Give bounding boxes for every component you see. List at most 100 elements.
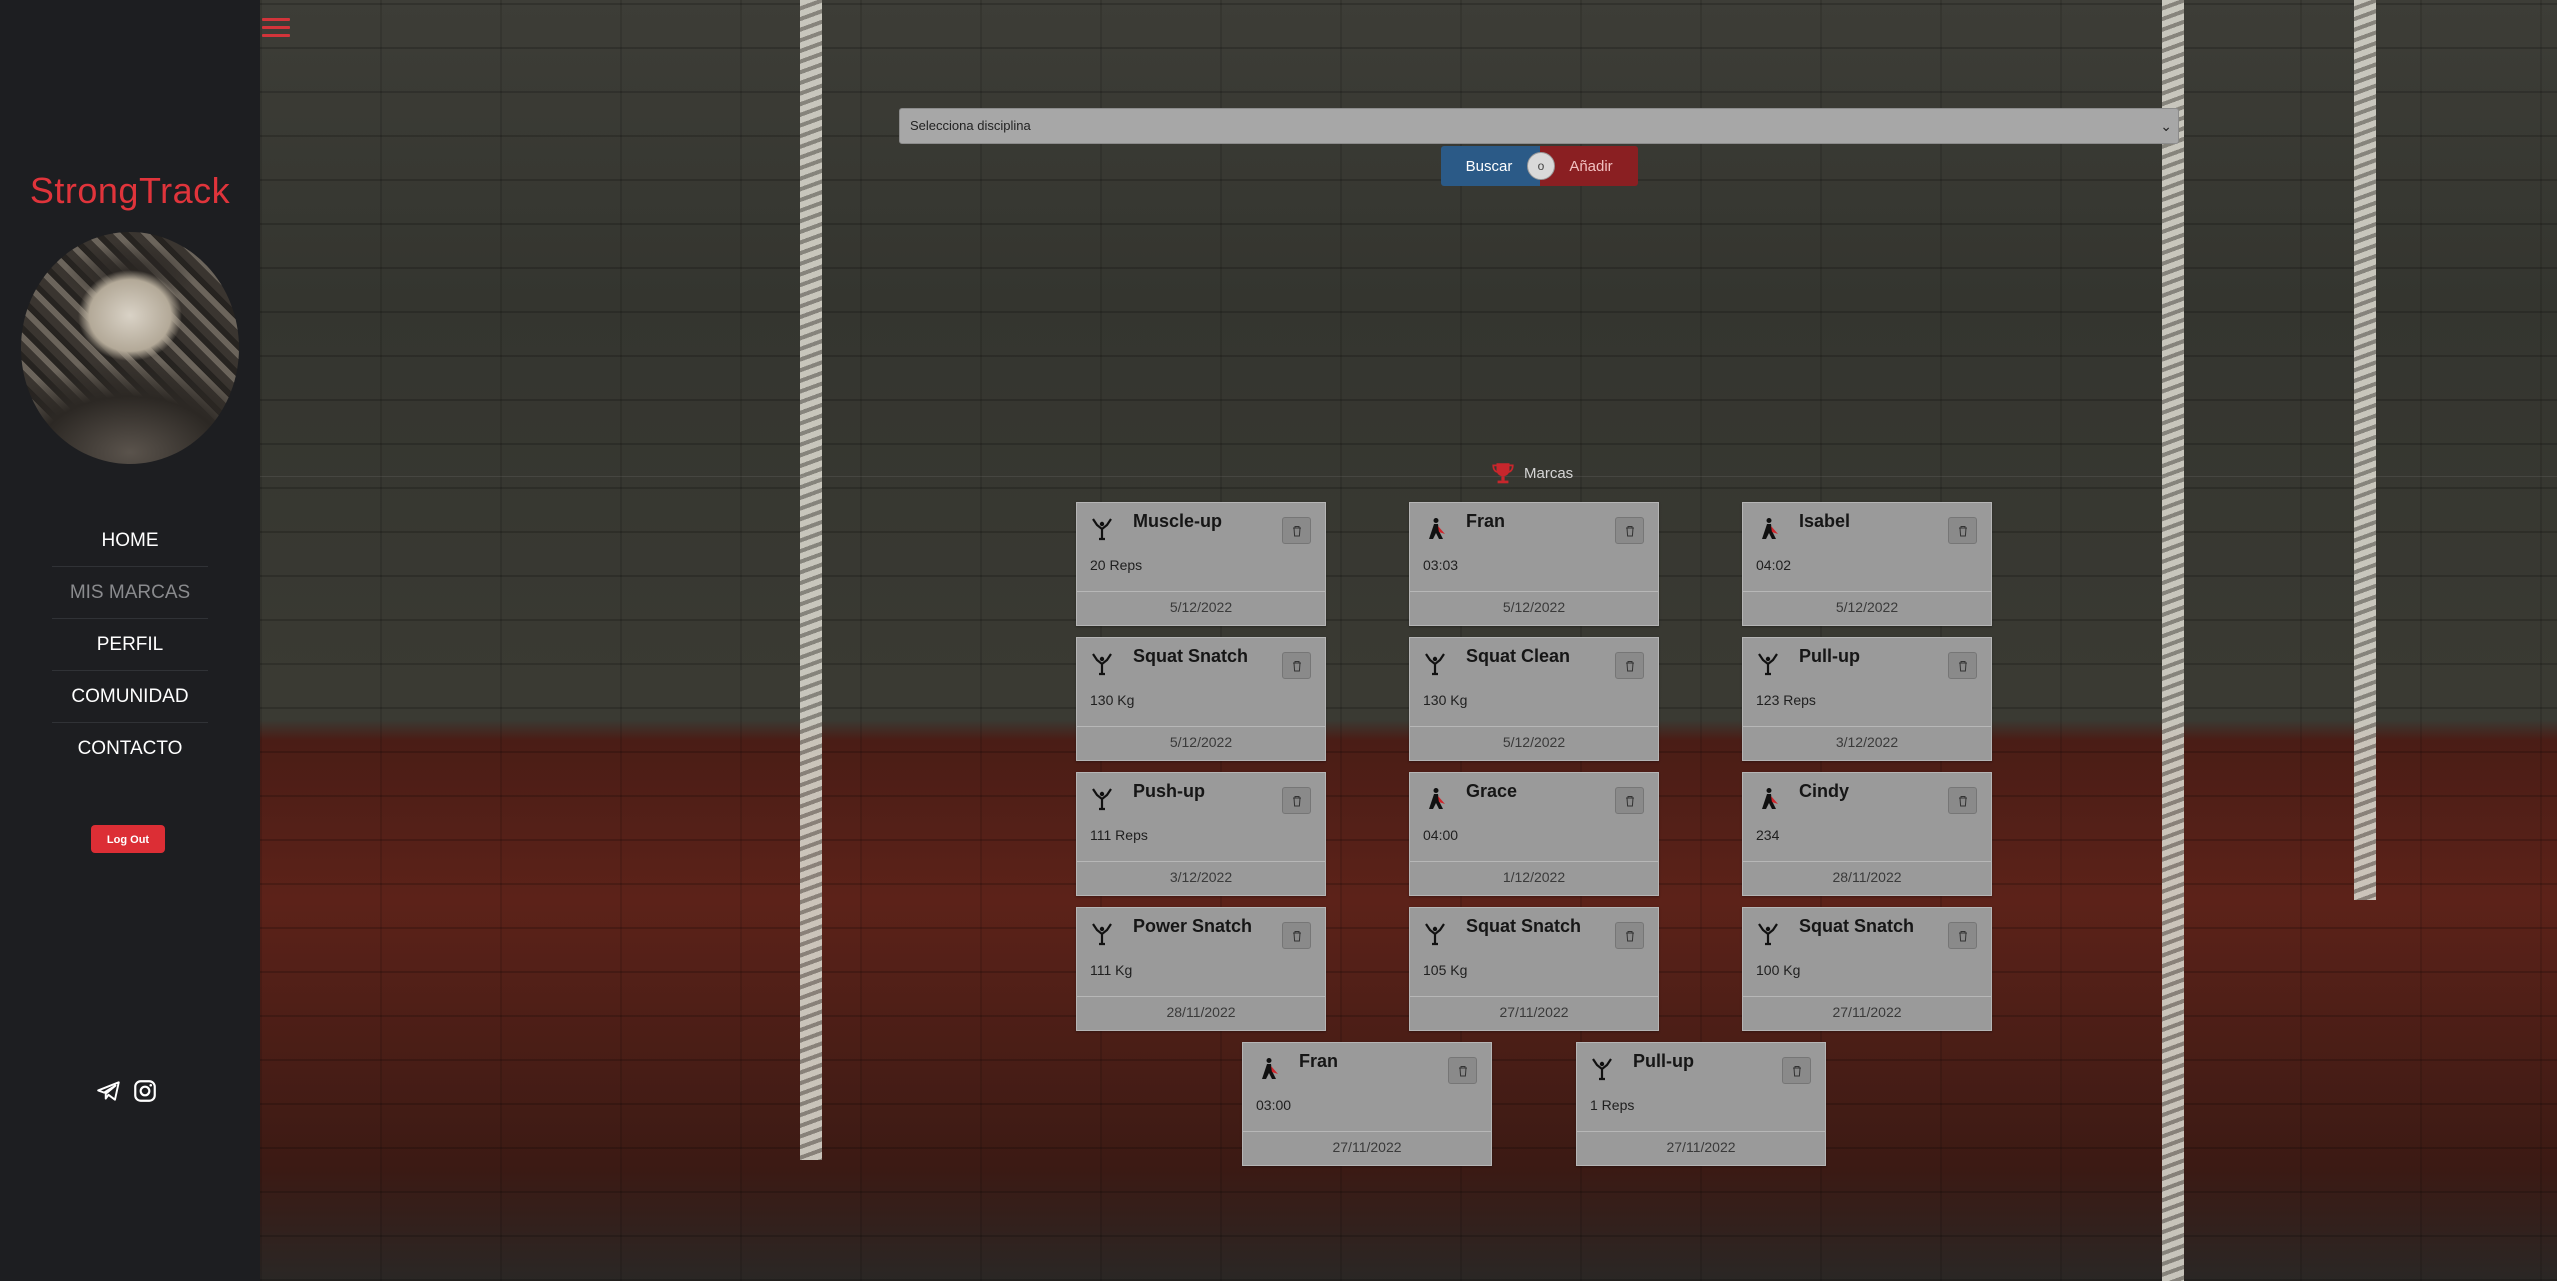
or-separator: o [1527, 152, 1555, 180]
card-divider [1077, 861, 1325, 862]
record-name: Squat Snatch [1466, 916, 1582, 936]
record-value: 100 Kg [1756, 962, 1801, 978]
delete-button[interactable] [1282, 787, 1311, 814]
card-divider [1410, 726, 1658, 727]
record-name: Pull-up [1633, 1051, 1694, 1071]
record-name: Squat Snatch [1799, 916, 1915, 936]
delete-button[interactable] [1615, 517, 1644, 544]
delete-button[interactable] [1282, 922, 1311, 949]
record-date: 27/11/2022 [1666, 1139, 1736, 1155]
record-date: 5/12/2022 [1169, 599, 1233, 615]
barbell-icon [1425, 923, 1445, 946]
record-date: 27/11/2022 [1332, 1139, 1402, 1155]
trash-icon [1792, 1065, 1801, 1076]
section-title: Marcas [1524, 464, 1574, 482]
delete-button[interactable] [1782, 1057, 1811, 1084]
trash-icon [1958, 525, 1967, 536]
delete-button[interactable] [1615, 652, 1644, 679]
wod-runner-icon [1762, 518, 1778, 539]
section-divider [260, 476, 2557, 477]
barbell-icon [1758, 923, 1778, 946]
trash-icon [1625, 930, 1634, 941]
logout-button[interactable]: Log Out [91, 825, 165, 853]
record-name: Isabel [1799, 511, 1851, 531]
delete-button[interactable] [1948, 517, 1977, 544]
record-date: 5/12/2022 [1835, 599, 1899, 615]
background-rope [2162, 0, 2184, 1281]
buscar-button[interactable]: Buscar [1441, 146, 1541, 186]
record-card: Grace 04:00 1/12/2022 [1409, 772, 1659, 896]
nav-menu: HOME MIS MARCAS PERFIL COMUNIDAD CONTACT… [52, 515, 208, 774]
record-value: 03:03 [1423, 557, 1459, 573]
wod-runner-icon [1429, 788, 1445, 809]
trash-icon [1958, 660, 1967, 671]
instagram-icon[interactable] [132, 1078, 158, 1104]
record-date: 28/11/2022 [1166, 1004, 1236, 1020]
record-date: 27/11/2022 [1499, 1004, 1569, 1020]
trash-icon [1625, 795, 1634, 806]
trash-icon [1958, 795, 1967, 806]
record-card: Power Snatch 111 Kg 28/11/2022 [1076, 907, 1326, 1031]
delete-button[interactable] [1448, 1057, 1477, 1084]
record-value: 20 Reps [1090, 557, 1143, 573]
barbell-icon [1758, 653, 1778, 676]
card-divider [1743, 726, 1991, 727]
marcas-header: Marcas [1490, 460, 1573, 486]
record-value: 04:02 [1756, 557, 1792, 573]
record-card: Squat Snatch 105 Kg 27/11/2022 [1409, 907, 1659, 1031]
delete-button[interactable] [1948, 787, 1977, 814]
nav-item-mis-marcas[interactable]: MIS MARCAS [52, 567, 208, 619]
record-card: Squat Snatch 100 Kg 27/11/2022 [1742, 907, 1992, 1031]
hamburger-menu-icon[interactable] [262, 18, 290, 42]
record-value: 130 Kg [1090, 692, 1135, 708]
trash-icon [1292, 930, 1301, 941]
card-divider [1743, 996, 1991, 997]
record-name: Grace [1466, 781, 1518, 801]
record-value: 04:00 [1423, 827, 1459, 843]
delete-button[interactable] [1948, 652, 1977, 679]
nav-item-contacto[interactable]: CONTACTO [52, 723, 208, 774]
brand-title: StrongTrack [29, 170, 231, 211]
delete-button[interactable] [1615, 922, 1644, 949]
record-value: 03:00 [1256, 1097, 1292, 1113]
record-date: 1/12/2022 [1502, 869, 1566, 885]
barbell-icon [1092, 518, 1112, 541]
card-divider [1577, 1131, 1825, 1132]
trophy-icon [1492, 463, 1514, 484]
record-date: 5/12/2022 [1502, 734, 1566, 750]
barbell-icon [1092, 923, 1112, 946]
wod-runner-icon [1262, 1058, 1278, 1079]
trash-icon [1625, 660, 1634, 671]
nav-item-home[interactable]: HOME [52, 515, 208, 567]
record-date: 28/11/2022 [1832, 869, 1902, 885]
record-name: Muscle-up [1133, 511, 1223, 531]
chevron-down-icon: ⌄ [2160, 118, 2172, 134]
record-name: Cindy [1799, 781, 1850, 801]
record-card: Squat Clean 130 Kg 5/12/2022 [1409, 637, 1659, 761]
record-name: Fran [1466, 511, 1506, 531]
barbell-icon [1425, 653, 1445, 676]
delete-button[interactable] [1948, 922, 1977, 949]
delete-button[interactable] [1282, 652, 1311, 679]
nav-item-comunidad[interactable]: COMUNIDAD [52, 671, 208, 723]
barbell-icon [1592, 1058, 1612, 1081]
record-card: Squat Snatch 130 Kg 5/12/2022 [1076, 637, 1326, 761]
record-name: Push-up [1133, 781, 1205, 801]
discipline-select[interactable]: Selecciona disciplina ⌄ [899, 108, 2179, 144]
barbell-icon [1092, 653, 1112, 676]
record-name: Squat Snatch [1133, 646, 1249, 666]
record-name: Fran [1299, 1051, 1339, 1071]
telegram-icon[interactable] [96, 1078, 122, 1104]
barbell-icon [1092, 788, 1112, 811]
social-links [96, 1078, 158, 1104]
record-value: 123 Reps [1756, 692, 1816, 708]
card-divider [1077, 591, 1325, 592]
record-card: Pull-up 1 Reps 27/11/2022 [1576, 1042, 1826, 1166]
delete-button[interactable] [1282, 517, 1311, 544]
discipline-select-value: Selecciona disciplina [910, 118, 1031, 133]
sidebar: StrongTrack HOME MIS MARCAS PERFIL COMUN… [0, 0, 260, 1281]
record-card: Push-up 111 Reps 3/12/2022 [1076, 772, 1326, 896]
record-card: Muscle-up 20 Reps 5/12/2022 [1076, 502, 1326, 626]
nav-item-perfil[interactable]: PERFIL [52, 619, 208, 671]
delete-button[interactable] [1615, 787, 1644, 814]
